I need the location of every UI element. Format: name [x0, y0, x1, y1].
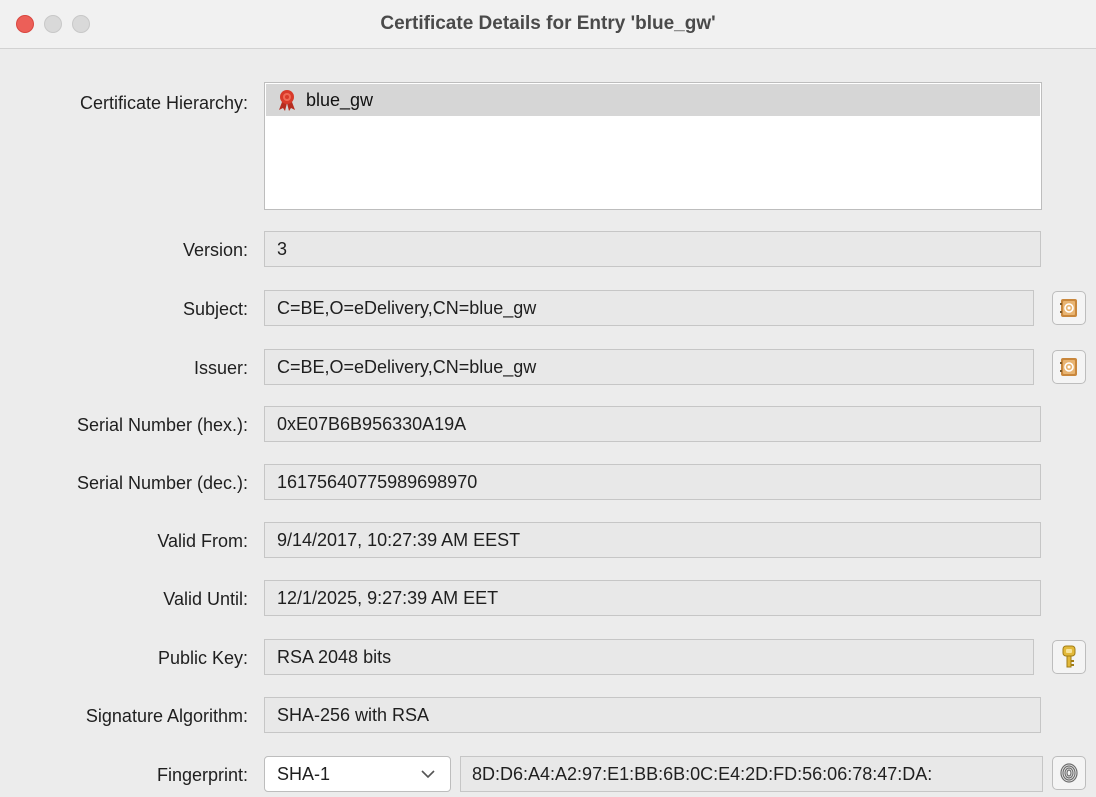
fingerprint-label: Fingerprint: — [156, 765, 248, 785]
certificate-hierarchy-tree[interactable]: blue_gw — [264, 82, 1042, 210]
fingerprint-details-button[interactable] — [1052, 756, 1086, 790]
title-bar: Certificate Details for Entry 'blue_gw' — [0, 0, 1096, 49]
serial-hex-field[interactable]: 0xE07B6B956330A19A — [264, 406, 1041, 442]
public-key-details-button[interactable] — [1052, 640, 1086, 674]
tree-item-blue-gw[interactable]: blue_gw — [266, 84, 1040, 116]
signature-algorithm-label: Signature Algorithm: — [85, 706, 248, 726]
subject-field[interactable]: C=BE,O=eDelivery,CN=blue_gw — [264, 290, 1034, 326]
certificate-hierarchy-label: Certificate Hierarchy: — [79, 93, 248, 113]
fingerprint-algorithm-value: SHA-1 — [277, 764, 331, 784]
valid-from-label: Valid From: — [157, 531, 248, 551]
public-key-field[interactable]: RSA 2048 bits — [264, 639, 1034, 675]
valid-from-field[interactable]: 9/14/2017, 10:27:39 AM EEST — [264, 522, 1041, 558]
tree-item-label: blue_gw — [306, 90, 374, 110]
subject-label: Subject: — [182, 299, 248, 319]
address-book-icon — [1060, 299, 1077, 317]
signature-algorithm-field[interactable]: SHA-256 with RSA — [264, 697, 1041, 733]
address-book-icon — [1060, 358, 1077, 376]
certificate-details-window: Certificate Details for Entry 'blue_gw' … — [0, 0, 1096, 797]
issuer-details-button[interactable] — [1052, 350, 1086, 384]
public-key-label: Public Key: — [157, 648, 248, 668]
fingerprint-field[interactable]: 8D:D6:A4:A2:97:E1:BB:6B:0C:E4:2D:FD:56:0… — [460, 756, 1043, 792]
valid-until-field[interactable]: 12/1/2025, 9:27:39 AM EET — [264, 580, 1041, 616]
version-field[interactable]: 3 — [264, 231, 1041, 267]
valid-until-label: Valid Until: — [163, 589, 248, 609]
certificate-ribbon-icon — [279, 90, 295, 111]
fingerprint-algorithm-select[interactable]: SHA-1 — [264, 756, 451, 792]
key-icon — [1062, 645, 1076, 668]
fingerprint-icon — [1060, 763, 1078, 783]
serial-dec-field[interactable]: 16175640775989698970 — [264, 464, 1041, 500]
issuer-label: Issuer: — [193, 358, 248, 378]
issuer-field[interactable]: C=BE,O=eDelivery,CN=blue_gw — [264, 349, 1034, 385]
subject-details-button[interactable] — [1052, 291, 1086, 325]
chevron-down-icon — [421, 770, 435, 779]
window-title: Certificate Details for Entry 'blue_gw' — [380, 13, 716, 34]
version-label: Version: — [182, 240, 248, 260]
serial-hex-label: Serial Number (hex.): — [76, 415, 248, 435]
serial-dec-label: Serial Number (dec.): — [76, 473, 248, 493]
